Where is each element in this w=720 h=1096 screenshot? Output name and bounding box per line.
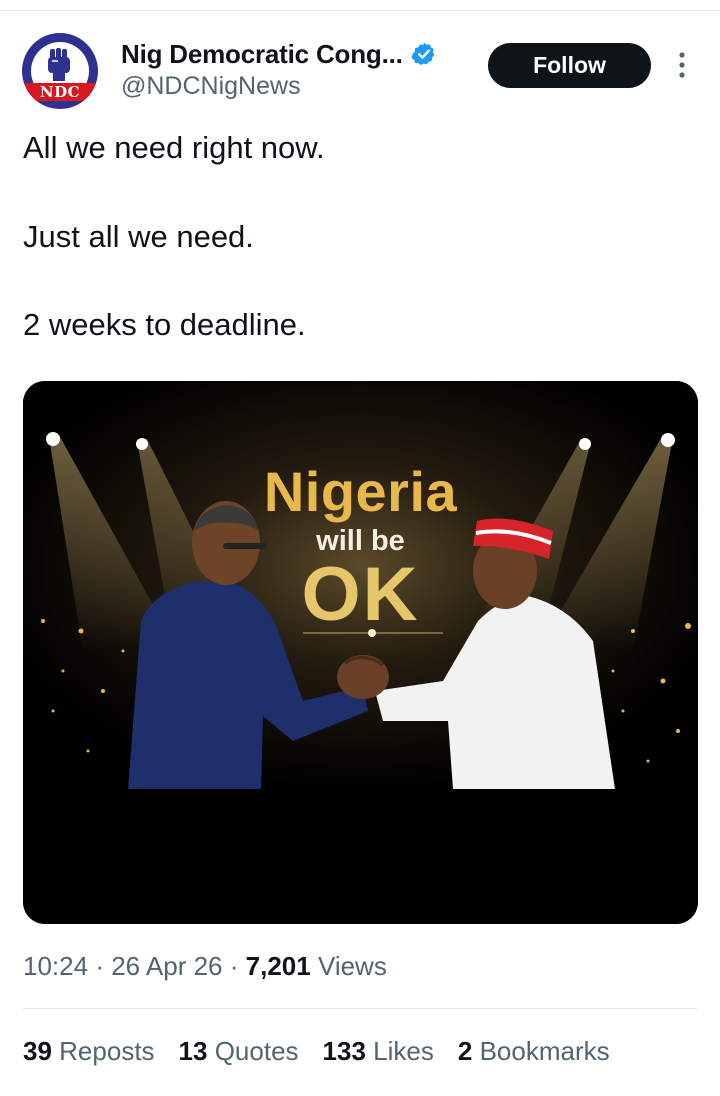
quotes-label: Quotes [214, 1036, 299, 1066]
avatar-logo-text: NDC [22, 83, 98, 101]
author-handle[interactable]: @NDCNigNews [121, 72, 301, 101]
reposts-label: Reposts [59, 1036, 155, 1066]
tweet-text-line: All we need right now. [23, 130, 325, 165]
reposts-stat[interactable]: 39 Reposts [23, 1036, 155, 1067]
tweet-timestamp-row[interactable]: 10:24 · 26 Apr 26 · 7,201 Views [23, 951, 387, 982]
tweet-media-image[interactable]: Nigeria will be OK [23, 381, 698, 924]
follow-button[interactable]: Follow [488, 43, 651, 88]
reposts-count: 39 [23, 1036, 52, 1066]
views-label: Views [317, 951, 387, 981]
verified-badge-icon [411, 42, 434, 66]
likes-stat[interactable]: 133 Likes [323, 1036, 434, 1067]
stats-divider [23, 1008, 697, 1009]
top-divider [0, 10, 720, 11]
bookmarks-stat[interactable]: 2 Bookmarks [458, 1036, 610, 1067]
tweet-text-line: Just all we need. [23, 219, 254, 254]
author-name-row: Nig Democratic Cong... [121, 38, 437, 70]
bookmarks-label: Bookmarks [479, 1036, 610, 1066]
poster-headline: Nigeria [263, 460, 458, 523]
bookmarks-count: 2 [457, 1036, 473, 1066]
likes-label: Likes [373, 1036, 434, 1066]
tweet-text-line: 2 weeks to deadline. [23, 307, 306, 342]
tweet-date: 26 Apr 26 [111, 951, 223, 981]
quotes-stat[interactable]: 13 Quotes [179, 1036, 299, 1067]
raised-fist-icon [48, 48, 70, 81]
more-options-icon[interactable] [675, 50, 689, 80]
avatar[interactable]: NDC [22, 33, 98, 109]
tweet-time: 10:24 [23, 951, 89, 981]
author-display-name[interactable]: Nig Democratic Cong... [121, 39, 403, 70]
handshake [337, 655, 389, 699]
poster-ok-text: OK [301, 552, 420, 637]
views-count: 7,201 [245, 951, 311, 981]
likes-count: 133 [322, 1036, 366, 1066]
engagement-stats: 39 Reposts 13 Quotes 133 Likes 2 Bookmar… [23, 1036, 634, 1067]
quotes-count: 13 [178, 1036, 208, 1066]
